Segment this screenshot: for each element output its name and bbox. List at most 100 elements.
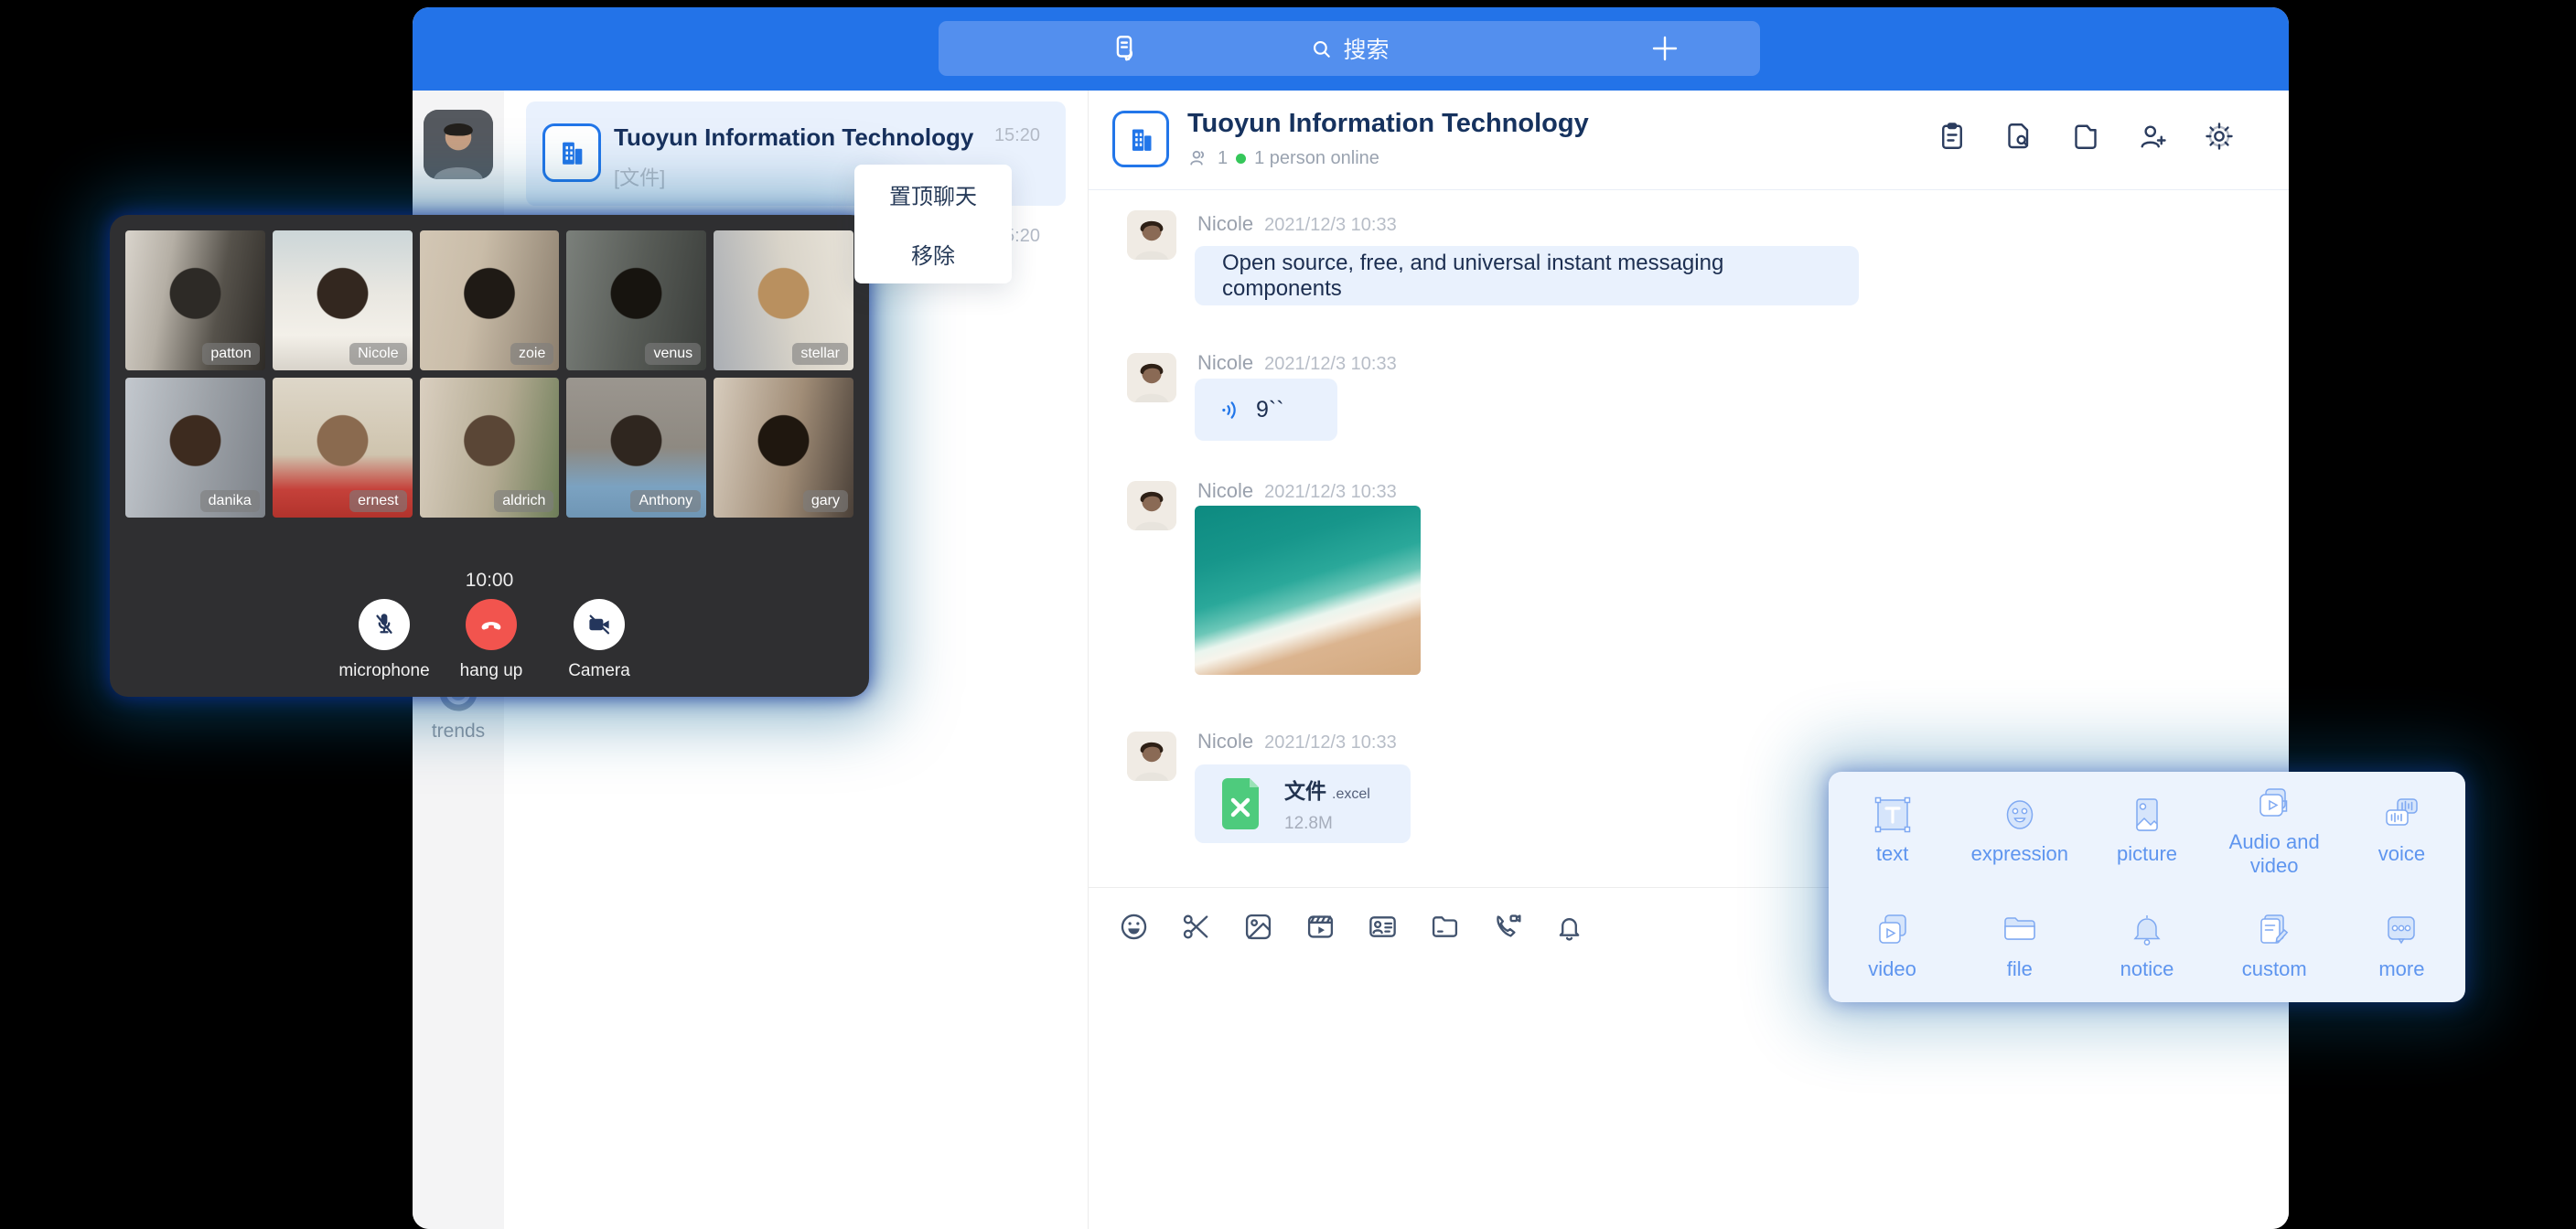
- participant-name-badge: zoie: [510, 343, 553, 365]
- user-avatar[interactable]: [424, 110, 493, 179]
- panel-item-expression[interactable]: expression: [1956, 793, 2083, 866]
- composer-toolbar: [1118, 911, 1585, 943]
- sender-name: Nicole: [1197, 479, 1253, 502]
- video-tile: venus: [566, 230, 706, 370]
- trends-label: trends: [413, 721, 504, 743]
- panel-label: file: [1956, 957, 2083, 981]
- voice-panel-icon: [2379, 793, 2423, 837]
- members-icon: [1187, 147, 1209, 169]
- panel-label: video: [1829, 957, 1956, 981]
- conversation-preview: [文件]: [614, 162, 665, 191]
- settings-gear-icon[interactable]: [2203, 120, 2236, 153]
- panel-item-video[interactable]: video: [1829, 908, 1956, 981]
- panel-item-custom[interactable]: custom: [2211, 908, 2338, 981]
- mic-off-icon: [370, 611, 398, 638]
- panel-item-picture[interactable]: picture: [2083, 793, 2210, 866]
- search-bar[interactable]: 搜索: [939, 21, 1760, 76]
- message-text: Open source, free, and universal instant…: [1222, 251, 1831, 302]
- video-tile: gary: [714, 378, 853, 518]
- sender-avatar[interactable]: [1127, 481, 1176, 530]
- menu-item-remove[interactable]: 移除: [854, 224, 1012, 283]
- chat-title: Tuoyun Information Technology: [1187, 109, 1589, 139]
- contact-card-icon[interactable]: [1367, 911, 1399, 943]
- message-meta: Nicole2021/12/3 10:33: [1197, 479, 1397, 503]
- hangup-label: hang up: [436, 661, 546, 681]
- message-time: 2021/12/3 10:33: [1264, 354, 1397, 374]
- search-placeholder: 搜索: [1343, 32, 1389, 65]
- video-tile: aldrich: [420, 378, 560, 518]
- panel-label: expression: [1956, 842, 2083, 866]
- panel-item-voice[interactable]: voice: [2338, 793, 2465, 866]
- conversation-time: 15:20: [994, 125, 1040, 146]
- panel-item-more[interactable]: more: [2338, 908, 2465, 981]
- folder-icon[interactable]: [1429, 911, 1461, 943]
- call-record-icon[interactable]: [1936, 120, 1969, 153]
- file-name: 文件: [1284, 779, 1326, 803]
- participant-name-badge: Nicole: [349, 343, 406, 365]
- message-search-icon[interactable]: [2002, 120, 2035, 153]
- video-tile: patton: [125, 230, 265, 370]
- video-panel-icon: [1871, 908, 1915, 952]
- panel-item-audio-video[interactable]: Audio and video: [2211, 781, 2338, 878]
- video-tile: Nicole: [273, 230, 413, 370]
- camera-control: Camera: [544, 599, 654, 681]
- sender-avatar[interactable]: [1127, 353, 1176, 402]
- group-file-icon[interactable]: [2069, 120, 2102, 153]
- panel-label: picture: [2083, 842, 2210, 866]
- image-message[interactable]: [1195, 506, 1421, 675]
- call-icon[interactable]: [1491, 911, 1523, 943]
- call-timer: 10:00: [110, 570, 869, 592]
- camera-label: Camera: [544, 661, 654, 681]
- panel-label: Audio and video: [2211, 830, 2338, 878]
- audio-video-icon: [2252, 781, 2296, 825]
- message-time: 2021/12/3 10:33: [1264, 215, 1397, 235]
- emoji-icon[interactable]: [1118, 911, 1150, 943]
- panel-item-notice[interactable]: notice: [2083, 908, 2210, 981]
- conversation-title: Tuoyun Information Technology: [614, 123, 973, 152]
- hangup-control: hang up: [436, 599, 546, 681]
- chat-group-avatar: [1112, 111, 1169, 167]
- panel-label: more: [2338, 957, 2465, 981]
- sender-name: Nicole: [1197, 730, 1253, 753]
- text-icon: [1871, 793, 1915, 837]
- call-grid: pattonNicolezoievenusstellardanikaernest…: [125, 230, 853, 518]
- voice-message-bubble[interactable]: 9``: [1195, 379, 1337, 441]
- screenshot-scissors-icon[interactable]: [1180, 911, 1212, 943]
- member-count: 1: [1218, 148, 1228, 169]
- search-field[interactable]: 搜索: [939, 21, 1760, 76]
- menu-item-pin-chat[interactable]: 置顶聊天: [854, 165, 1012, 224]
- panel-label: voice: [2338, 842, 2465, 866]
- message-meta: Nicole2021/12/3 10:33: [1197, 730, 1397, 753]
- add-button[interactable]: [1648, 21, 1681, 76]
- camera-button[interactable]: [574, 599, 625, 650]
- video-icon[interactable]: [1304, 911, 1336, 943]
- picture-panel-icon: [2125, 793, 2169, 837]
- panel-item-file[interactable]: file: [1956, 908, 2083, 981]
- notification-bell-icon[interactable]: [1553, 911, 1585, 943]
- online-dot: [1236, 154, 1246, 164]
- video-tile: zoie: [420, 230, 560, 370]
- video-tile: stellar: [714, 230, 853, 370]
- microphone-button[interactable]: [359, 599, 410, 650]
- chat-panel: Tuoyun Information Technology 1 1 person…: [1089, 91, 2289, 1229]
- custom-icon: [2252, 908, 2296, 952]
- voice-wave-icon: [1218, 398, 1243, 422]
- chat-subtitle: 1 1 person online: [1187, 147, 1379, 169]
- microphone-label: microphone: [329, 661, 439, 681]
- microphone-control: microphone: [329, 599, 439, 681]
- sender-avatar[interactable]: [1127, 210, 1176, 260]
- add-member-icon[interactable]: [2136, 120, 2169, 153]
- participant-name-badge: stellar: [792, 343, 848, 365]
- sender-name: Nicole: [1197, 351, 1253, 374]
- voice-duration: 9``: [1256, 397, 1284, 423]
- picture-icon[interactable]: [1242, 911, 1274, 943]
- sender-avatar[interactable]: [1127, 732, 1176, 781]
- participant-name-badge: danika: [200, 490, 260, 512]
- search-icon: [1309, 37, 1334, 61]
- sender-name: Nicole: [1197, 212, 1253, 235]
- panel-item-text[interactable]: text: [1829, 793, 1956, 866]
- panel-label: custom: [2211, 957, 2338, 981]
- hang-up-button[interactable]: [466, 599, 517, 650]
- text-message-bubble[interactable]: Open source, free, and universal instant…: [1195, 246, 1859, 305]
- file-message-bubble[interactable]: 文件.excel 12.8M: [1195, 764, 1411, 843]
